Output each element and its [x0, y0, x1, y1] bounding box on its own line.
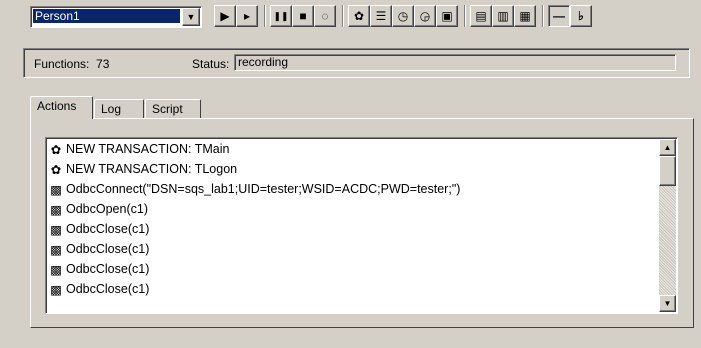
tab-log[interactable]: Log	[94, 99, 144, 119]
report-icon: ▤	[475, 9, 487, 23]
minimize-button[interactable]: —	[548, 5, 570, 27]
timer-end-button[interactable]: ◶	[414, 5, 436, 27]
list-item[interactable]: ✿ NEW TRANSACTION: TMain	[48, 139, 230, 159]
document-button[interactable]: ▥	[492, 5, 514, 27]
functions-value: 73	[96, 57, 110, 71]
timer-start-button[interactable]: ◷	[392, 5, 414, 27]
odbc-icon: ▩	[50, 262, 62, 277]
pause-button[interactable]: ❚❚	[270, 5, 292, 27]
scroll-thumb[interactable]	[659, 156, 676, 186]
script-button[interactable]: ▦	[514, 5, 536, 27]
list-item[interactable]: ▩ OdbcClose(c1)	[48, 219, 149, 239]
status-label: Status:	[192, 57, 230, 71]
window-icon: ▣	[441, 9, 453, 23]
toolbar-separator	[542, 5, 544, 27]
properties-button[interactable]: ☰	[370, 5, 392, 27]
list-item[interactable]: ✿ NEW TRANSACTION: TLogon	[48, 159, 237, 179]
odbc-icon: ▩	[50, 182, 62, 197]
transaction-button[interactable]: ✿	[348, 5, 370, 27]
scroll-down-button[interactable]: ▼	[659, 295, 676, 312]
toolbar: Person1 ▼ ▶ ▸ ❚❚ ■ ◌ ✿ ☰ ◷ ◶ ▣ ▤ ▥ ▦ — ♭	[0, 0, 701, 40]
odbc-icon: ▩	[50, 222, 62, 237]
properties-icon: ☰	[375, 9, 387, 23]
script-icon: ▦	[519, 9, 531, 23]
list-item[interactable]: ▩ OdbcOpen(c1)	[48, 199, 148, 219]
window-button[interactable]: ▣	[436, 5, 458, 27]
step-play-button[interactable]: ▸	[236, 5, 258, 27]
functions-count: Functions: 73	[34, 57, 109, 71]
toolbar-separator	[464, 5, 466, 27]
play-icon: ▶	[220, 9, 230, 23]
minimize-icon: —	[553, 9, 565, 23]
info-bar: Functions: 73 Status: recording	[23, 48, 690, 78]
list-item[interactable]: ▩ OdbcClose(c1)	[48, 239, 149, 259]
list-item[interactable]: ▩ OdbcClose(c1)	[48, 279, 149, 299]
list-item[interactable]: ▩ OdbcConnect("DSN=sqs_lab1;UID=tester;WS…	[48, 179, 460, 199]
functions-label: Functions:	[34, 57, 90, 71]
arrow-down-icon: ▼	[663, 299, 672, 308]
record-icon: ◌	[321, 9, 329, 23]
timer-end-icon: ◶	[419, 9, 431, 23]
toolbar-separator	[342, 5, 344, 27]
odbc-icon: ▩	[50, 242, 62, 257]
pause-icon: ❚❚	[273, 10, 289, 21]
tab-actions[interactable]: Actions	[30, 96, 93, 119]
step-play-icon: ▸	[243, 9, 251, 23]
pin-icon: ♭	[578, 9, 584, 23]
timer-icon: ◷	[397, 9, 409, 23]
odbc-icon: ▩	[50, 282, 62, 297]
scroll-up-button[interactable]: ▲	[659, 139, 676, 156]
person-select-value: Person1	[33, 9, 180, 23]
gears-icon: ✿	[353, 9, 365, 23]
status-field: recording	[234, 54, 676, 71]
person-select[interactable]: Person1 ▼	[30, 6, 202, 28]
actions-list[interactable]: ✿ NEW TRANSACTION: TMain ✿ NEW TRANSACTION…	[45, 137, 678, 314]
list-item[interactable]: ▩ OdbcClose(c1)	[48, 259, 149, 279]
arrow-up-icon: ▲	[663, 143, 672, 152]
report-button[interactable]: ▤	[470, 5, 492, 27]
tab-script[interactable]: Script	[145, 99, 201, 119]
pin-button[interactable]: ♭	[570, 5, 592, 27]
chevron-down-icon[interactable]: ▼	[182, 8, 200, 26]
record-button[interactable]: ◌	[314, 5, 336, 27]
stop-button[interactable]: ■	[292, 5, 314, 27]
toolbar-separator	[264, 5, 266, 27]
odbc-icon: ▩	[50, 202, 62, 217]
play-button[interactable]: ▶	[214, 5, 236, 27]
document-icon: ▥	[497, 9, 509, 23]
vertical-scrollbar[interactable]: ▲ ▼	[659, 139, 676, 312]
stop-icon: ■	[299, 9, 307, 23]
transaction-icon: ✿	[50, 142, 62, 157]
transaction-icon: ✿	[50, 162, 62, 177]
